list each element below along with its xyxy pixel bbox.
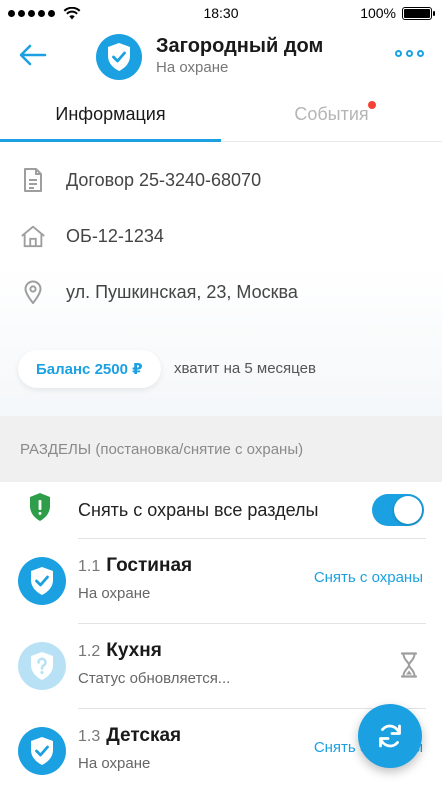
info-section: Договор 25-3240-68070 ОБ-12-1234 ул. Пуш… — [0, 142, 442, 416]
page-title: Загородный дом — [156, 35, 324, 57]
tab-info-label: Информация — [55, 104, 166, 124]
partition-name: Детская — [106, 725, 182, 746]
house-icon — [20, 223, 46, 249]
partition-avatar — [18, 557, 66, 605]
toggle-knob — [394, 496, 422, 524]
balance-badge[interactable]: Баланс 2500 ₽ — [18, 350, 161, 388]
disarm-all-toggle[interactable] — [372, 494, 424, 526]
tab-bar: Информация События — [0, 88, 442, 142]
contract-number: Договор 25-3240-68070 — [66, 169, 262, 190]
tab-events-label: События — [294, 104, 369, 124]
partition-title: 1.3 Детская — [78, 725, 181, 747]
app-header: Загородный дом На охране — [0, 26, 442, 88]
disarm-button[interactable]: Снять с охраны — [314, 569, 423, 586]
object-id-row: ОБ-12-1234 — [0, 208, 442, 264]
battery-percent: 100% — [360, 5, 396, 21]
status-left — [8, 6, 81, 20]
hourglass-icon — [400, 652, 418, 683]
partition-title: 1.2 Кухня — [78, 640, 162, 662]
status-bar: 18:30 100% — [0, 0, 442, 26]
partition-state: Статус обновляется... — [78, 670, 231, 687]
partition-state: На охране — [78, 585, 151, 602]
partition-title: 1.1 Гостиная — [78, 555, 192, 577]
shield-check-icon — [108, 43, 130, 71]
refresh-button[interactable] — [358, 704, 422, 768]
partition-name: Кухня — [106, 640, 162, 661]
partition-name: Гостиная — [106, 555, 193, 576]
address: ул. Пушкинская, 23, Москва — [66, 281, 298, 302]
signal-strength-icon — [8, 9, 55, 17]
shield-check-icon — [31, 737, 53, 765]
dot-icon — [395, 50, 402, 57]
address-row: ул. Пушкинская, 23, Москва — [0, 264, 442, 320]
notification-dot — [368, 101, 376, 109]
status-right: 100% — [360, 5, 435, 21]
page-subtitle: На охране — [156, 59, 229, 76]
disarm-all-row: Снять с охраны все разделы — [0, 482, 442, 538]
partition-row: 1.1 Гостиная На охране Снять с охраны — [0, 539, 442, 623]
location-pin-icon — [20, 279, 46, 305]
partition-state: На охране — [78, 755, 151, 772]
more-options-button[interactable] — [393, 44, 426, 63]
partition-avatar — [18, 642, 66, 690]
sections-header: РАЗДЕЛЫ (постановка/снятие с охраны) — [0, 416, 442, 482]
header-text: Загородный дом На охране — [156, 34, 323, 78]
dot-icon — [417, 50, 424, 57]
shield-alert-icon — [28, 492, 52, 527]
object-avatar — [96, 34, 142, 80]
partition-number: 1.1 — [78, 558, 101, 575]
dot-icon — [406, 50, 413, 57]
tab-info[interactable]: Информация — [0, 88, 221, 142]
shield-check-icon — [31, 567, 53, 595]
partition-number: 1.2 — [78, 643, 101, 660]
partition-avatar — [18, 727, 66, 775]
disarm-all-label: Снять с охраны все разделы — [78, 499, 319, 520]
document-icon — [20, 167, 46, 193]
arrow-left-icon — [19, 44, 47, 66]
balance-note: хватит на 5 месяцев — [174, 360, 316, 377]
partition-row: 1.2 Кухня Статус обновляется... — [0, 624, 442, 708]
tab-events[interactable]: События — [221, 88, 442, 141]
shield-question-icon — [31, 652, 53, 680]
wifi-icon — [63, 6, 81, 19]
contract-row: Договор 25-3240-68070 — [0, 152, 442, 208]
partition-number: 1.3 — [78, 728, 101, 745]
object-id: ОБ-12-1234 — [66, 225, 164, 246]
back-button[interactable] — [18, 40, 48, 70]
refresh-icon — [379, 724, 401, 748]
battery-icon — [402, 6, 435, 20]
